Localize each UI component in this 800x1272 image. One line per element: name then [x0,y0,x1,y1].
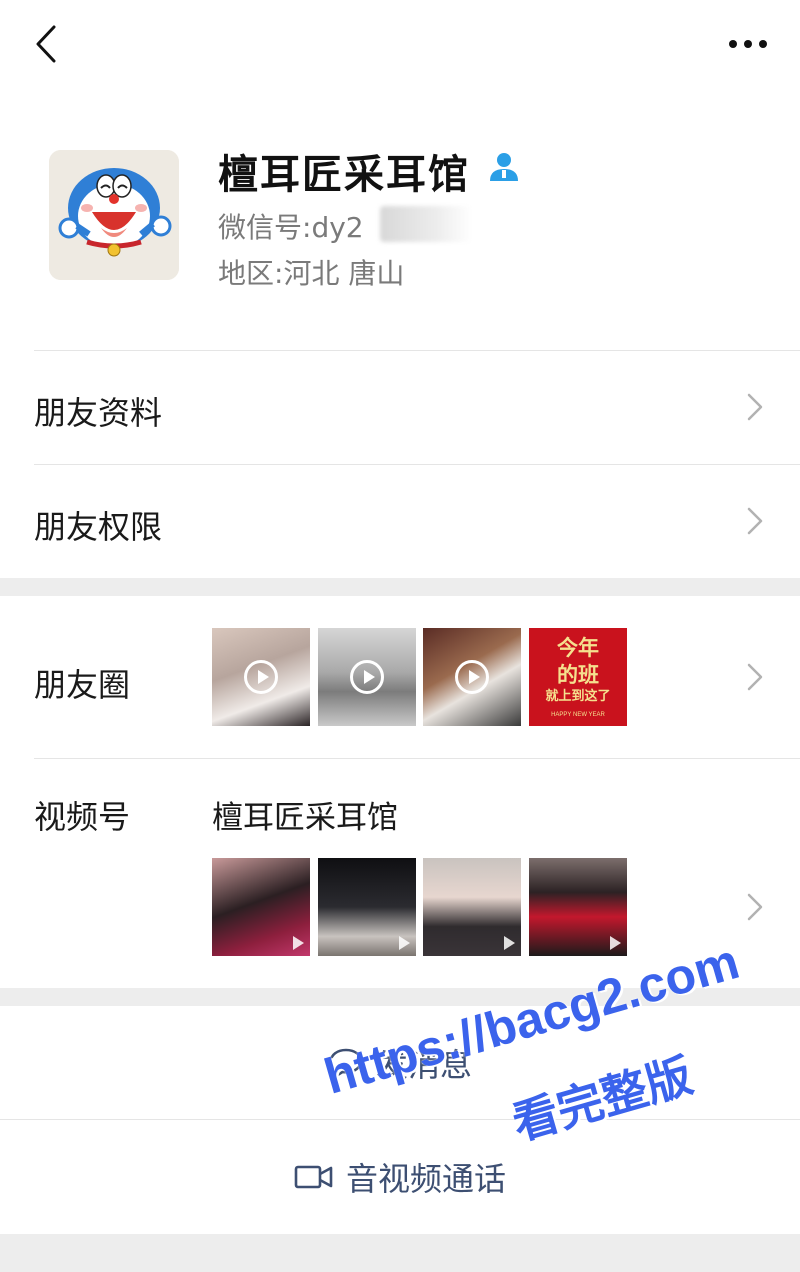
chevron-right-icon [747,393,763,421]
doraemon-avatar-icon [49,150,179,280]
poster-line-2: 的班 [557,662,599,687]
wechat-id: 微信号:dy2 [218,206,364,246]
region-label: 地区: [218,257,284,290]
video-camera-icon [294,1165,333,1189]
profile-header: 檀耳匠采耳馆 微信号:dy2 地区:河北 唐山 [0,90,800,350]
channels-row[interactable]: 视频号 檀耳匠采耳馆 [0,758,800,988]
region: 地区:河北 唐山 [218,252,404,292]
video-call-button[interactable]: 音视频通话 [0,1120,800,1234]
moments-thumbnail [423,628,521,726]
send-message-label: 发消息 [375,1046,472,1084]
avatar[interactable] [49,150,179,280]
play-icon [244,660,278,694]
poster-text: 今年 的班 就上到这了 [529,634,627,706]
moments-poster-thumbnail: 今年 的班 就上到这了 HAPPY NEW YEAR [529,628,627,726]
chevron-right-icon [747,663,763,691]
region-value: 河北 唐山 [283,257,405,290]
send-message-button[interactable]: 发消息 [0,1006,800,1120]
play-icon [399,936,410,950]
play-icon [610,936,621,950]
menu-item-friend-permissions[interactable]: 朋友权限 [0,464,800,578]
channel-video-thumbnail [423,858,521,956]
moments-row[interactable]: 朋友圈 今年 的班 就上到这了 HAPPY NEW YEAR [0,596,800,758]
poster-footer: HAPPY NEW YEAR [551,712,605,718]
moments-thumbnail [318,628,416,726]
chevron-right-icon [747,893,763,921]
channel-video-thumbnail [212,858,310,956]
contact-person-icon [490,153,518,181]
menu-item-label: 朋友资料 [34,394,163,432]
chat-bubble-icon [329,1048,363,1078]
media-group: 朋友圈 今年 的班 就上到这了 HAPPY NEW YEAR 视频号 檀耳匠采耳… [0,596,800,988]
moments-label: 朋友圈 [34,666,131,704]
contact-name: 檀耳匠采耳馆 [218,152,470,198]
more-options-button[interactable] [726,26,770,62]
play-icon [293,936,304,950]
wechat-id-redaction [380,206,472,242]
play-icon [455,660,489,694]
actions-group: 发消息 音视频通话 [0,1006,800,1234]
wechat-id-label: 微信号: [218,211,312,244]
back-button[interactable] [28,22,64,66]
menu-item-label: 朋友权限 [34,508,163,546]
chevron-right-icon [747,507,763,535]
profile-menu-group: 朋友资料 朋友权限 [0,350,800,578]
poster-line-1: 今年 [557,635,599,660]
channel-name: 檀耳匠采耳馆 [212,800,398,836]
play-icon [350,660,384,694]
menu-item-friend-profile[interactable]: 朋友资料 [0,350,800,464]
more-dots-icon [729,40,767,48]
top-nav-bar [0,0,800,90]
video-call-label: 音视频通话 [345,1160,506,1198]
poster-line-3: 就上到这了 [545,689,611,704]
wechat-id-value: dy2 [311,211,364,244]
channel-video-thumbnail [529,858,627,956]
moments-thumbnail [212,628,310,726]
play-icon [504,936,515,950]
channel-video-thumbnail [318,858,416,956]
channels-label: 视频号 [34,798,131,836]
chevron-left-icon [36,25,56,63]
